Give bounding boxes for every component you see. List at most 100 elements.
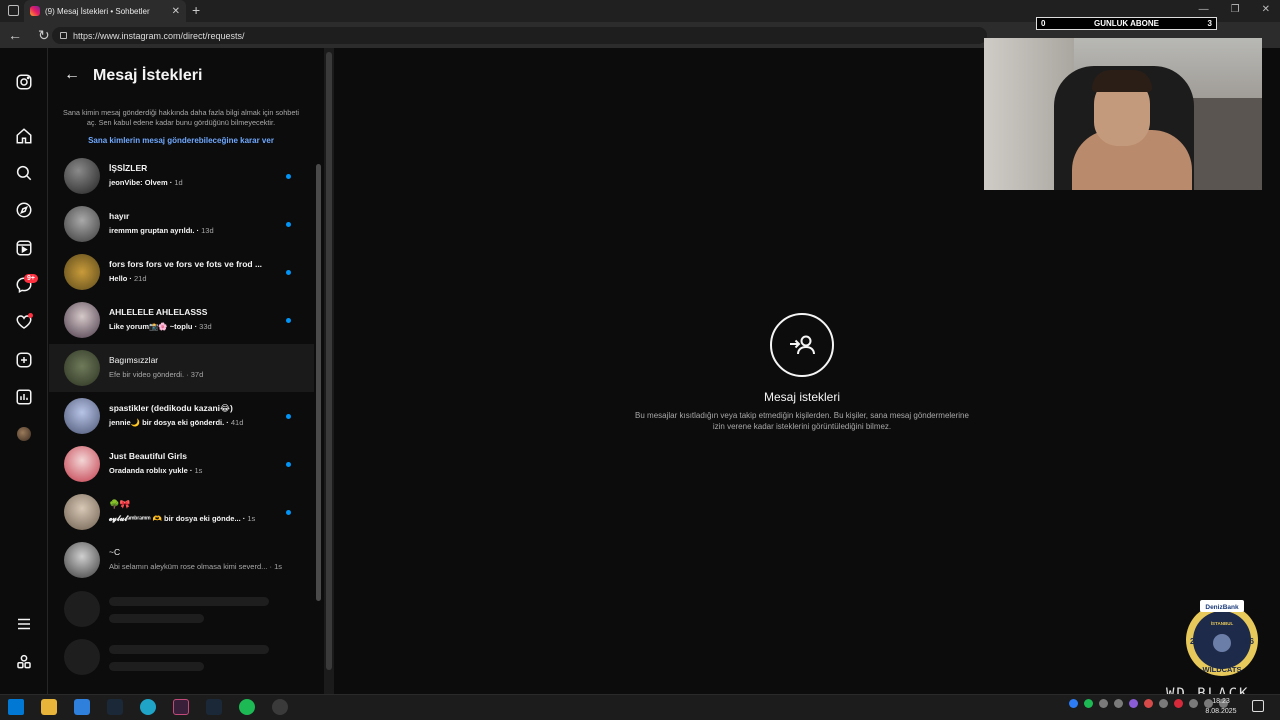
back-arrow-icon[interactable]: ← — [8, 27, 22, 44]
request-preview: jeonVibe: Olvem · 1d — [109, 178, 183, 187]
unread-dot — [286, 414, 291, 419]
request-preview: Hello · 21d — [109, 274, 147, 283]
back-button[interactable]: ← — [64, 66, 80, 84]
tray-icon[interactable] — [1099, 699, 1108, 708]
request-time: 1s — [274, 562, 282, 571]
request-name: Just Beautiful Girls — [109, 451, 187, 461]
request-row[interactable]: spastikler (dedikodu kazani😂) jennie🌙 bi… — [49, 392, 314, 440]
message-controls-link[interactable]: Sana kimlerin mesaj gönderebileceğine ka… — [60, 136, 302, 145]
request-avatar — [64, 158, 100, 194]
unread-dot — [286, 222, 291, 227]
unread-dot — [286, 270, 291, 275]
request-row[interactable]: ~C Abi selamın aleyküm rose olmasa kimi … — [49, 536, 314, 584]
notifications-icon[interactable] — [1252, 700, 1264, 712]
close-window-button[interactable]: ✕ — [1262, 4, 1270, 15]
home-icon[interactable] — [14, 126, 34, 146]
request-row[interactable]: Just Beautiful Girls Oradanda roblıx yuk… — [49, 440, 314, 488]
request-avatar — [64, 350, 100, 386]
request-avatar — [64, 398, 100, 434]
new-tab-button[interactable]: + — [192, 2, 200, 18]
taskbar-clock[interactable]: 18:23 8.08.2025 — [1196, 697, 1246, 717]
panel-scrollbar-thumb[interactable] — [326, 52, 332, 670]
request-preview: Oradanda roblıx yukle · 1s — [109, 466, 203, 475]
wildcats-team-logo: DenizBank İSTANBUL 20 06 WILDCATS — [1186, 600, 1258, 676]
minimize-button[interactable]: — — [1199, 4, 1209, 15]
request-time: 13d — [201, 226, 214, 235]
explore-icon[interactable] — [14, 200, 34, 220]
request-preview: Like yorum📸🌸 ~toplu · 33d — [109, 322, 212, 331]
request-name: fors fors fors ve fors ve fots ve frod .… — [109, 259, 263, 269]
request-name: ~C — [109, 547, 121, 557]
maximize-button[interactable]: ❐ — [1231, 4, 1240, 15]
logo-sponsor: DenizBank — [1205, 604, 1239, 611]
request-row[interactable]: Bagımsızzlar Efe bir video gönderdi. · 3… — [49, 344, 314, 392]
list-scrollbar-thumb[interactable] — [316, 164, 321, 601]
spotify-tray-icon[interactable] — [1084, 699, 1093, 708]
browser-tab[interactable]: (9) Mesaj İstekleri • Sohbetler ✕ — [24, 0, 186, 22]
subscriber-label: GUNLUK ABONE — [1093, 19, 1160, 28]
url-input[interactable]: https://www.instagram.com/direct/request… — [52, 27, 987, 44]
request-row[interactable]: İŞSİZLER jeonVibe: Olvem · 1d — [49, 152, 314, 200]
empty-state-title: Mesaj istekleri — [763, 390, 841, 404]
also-from-meta-icon[interactable] — [14, 652, 34, 672]
logo-year-left: 20 — [1190, 637, 1199, 646]
daily-subscriber-counter: 0 GUNLUK ABONE 3 — [1036, 17, 1217, 30]
request-row[interactable]: AHLELELE AHLELASSS Like yorum📸🌸 ~toplu ·… — [49, 296, 314, 344]
more-menu-icon[interactable] — [14, 614, 34, 634]
requests-info-text: Sana kimin mesaj gönderdiği hakkında dah… — [62, 108, 300, 127]
request-time: 1s — [194, 466, 203, 475]
request-preview: jennie🌙 bir dosya eki gönderdi. · 41d — [109, 418, 244, 427]
spotify-icon[interactable] — [239, 699, 255, 715]
tab-close-icon[interactable]: ✕ — [172, 6, 180, 17]
unread-dot — [286, 174, 291, 179]
steam-icon[interactable] — [107, 699, 123, 715]
logo-year-right: 06 — [1245, 637, 1254, 646]
request-avatar — [64, 446, 100, 482]
loading-skeleton-bar — [109, 662, 204, 671]
request-row[interactable]: 🌳🎀 𝓮𝔂𝓵𝓾𝓵ᵃᵐᵇʳᵃᵐᵐ 🫶 bir dosya eki gönde...… — [49, 488, 314, 536]
empty-state-description: Bu mesajlar kısıtladığın veya takip etme… — [635, 411, 969, 431]
message-request-icon — [770, 313, 834, 377]
tab-title: (9) Mesaj İstekleri • Sohbetler — [45, 6, 150, 16]
reels-icon[interactable] — [14, 238, 34, 258]
nav-buttons: ← ↻ — [8, 27, 50, 44]
create-icon[interactable] — [14, 350, 34, 370]
subscriber-left-count: 0 — [1041, 19, 1046, 28]
request-name: İŞSİZLER — [109, 163, 148, 173]
reload-icon[interactable]: ↻ — [38, 27, 50, 44]
request-time: 21d — [134, 274, 147, 283]
request-row[interactable]: hayır iremmm gruptan ayrıldı. · 13d — [49, 200, 314, 248]
bluetooth-icon[interactable] — [1069, 699, 1078, 708]
search-icon[interactable] — [14, 163, 34, 183]
loading-skeleton-avatar — [64, 591, 100, 627]
unread-dot — [286, 318, 291, 323]
request-row[interactable]: fors fors fors ve fors ve fots ve frod .… — [49, 248, 314, 296]
tray-icon[interactable] — [1114, 699, 1123, 708]
insights-icon[interactable] — [14, 387, 34, 407]
window-controls: — ❐ ✕ — [1199, 4, 1270, 15]
tray-icon[interactable] — [1159, 699, 1168, 708]
request-name: spastikler (dedikodu kazani😂) — [109, 403, 233, 413]
webcam-overlay — [984, 38, 1262, 190]
store-icon[interactable] — [74, 699, 90, 715]
tray-icon[interactable] — [1174, 699, 1183, 708]
unread-dot — [286, 462, 291, 467]
url-text: https://www.instagram.com/direct/request… — [73, 30, 245, 41]
loading-skeleton-bar — [109, 645, 269, 654]
logo-city: İSTANBUL — [1211, 620, 1234, 626]
file-explorer-icon[interactable] — [41, 699, 57, 715]
start-menu-icon[interactable] — [8, 699, 24, 715]
request-time: 1d — [174, 178, 183, 187]
request-avatar — [64, 542, 100, 578]
tray-icon[interactable] — [1129, 699, 1138, 708]
app-icon[interactable] — [173, 699, 189, 715]
request-avatar — [64, 494, 100, 530]
instagram-logo-icon[interactable] — [14, 72, 34, 92]
obs-icon[interactable] — [272, 699, 288, 715]
edge-browser-icon[interactable] — [140, 699, 156, 715]
instagram-favicon-icon — [30, 6, 40, 16]
steam-icon[interactable] — [206, 699, 222, 715]
window-menu-icon[interactable] — [8, 5, 19, 16]
profile-avatar[interactable] — [17, 427, 31, 441]
tray-icon[interactable] — [1144, 699, 1153, 708]
